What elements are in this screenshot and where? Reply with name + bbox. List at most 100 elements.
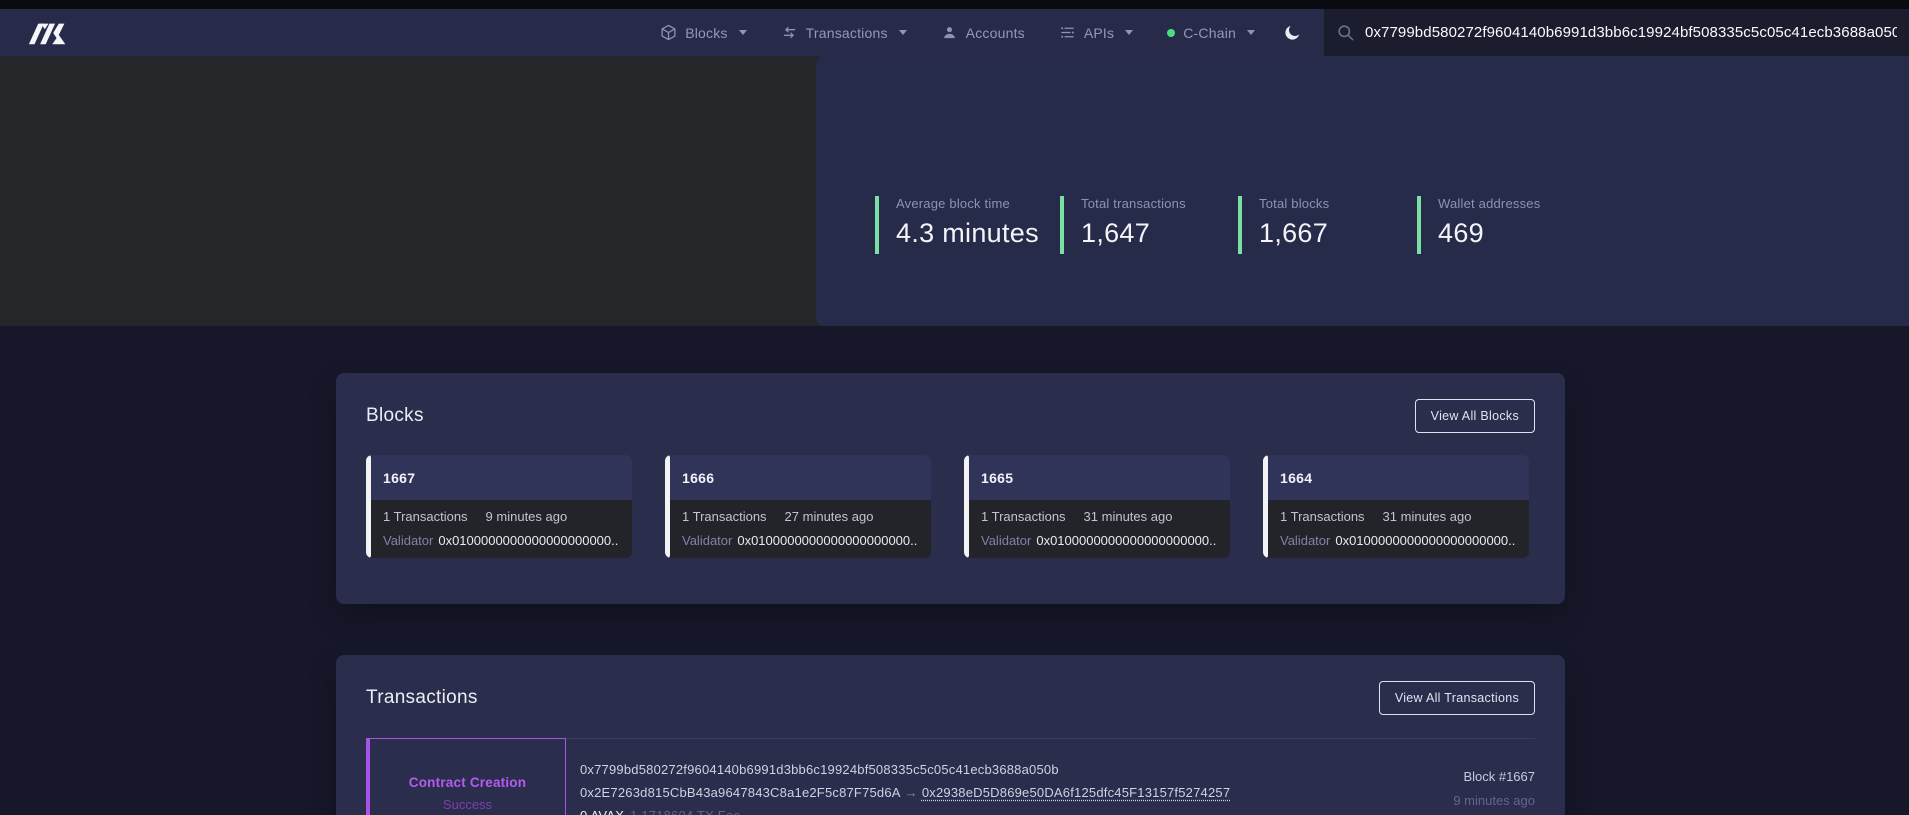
nav-label-apis: APIs	[1084, 25, 1114, 41]
blocks-section: Blocks View All Blocks 1667 1 Transactio…	[336, 373, 1565, 604]
block-card-body: 1 Transactions 31 minutes ago Validator 0…	[1263, 500, 1529, 548]
status-dot-icon	[1167, 29, 1175, 37]
block-card-body: 1 Transactions 27 minutes ago Validator 0…	[665, 500, 931, 548]
to-address-link[interactable]: 0x2938eD5D869e50DA6f125dfc45F13157f52742…	[922, 785, 1230, 800]
stats-row: Average block time 4.3 minutes Total tra…	[875, 196, 1577, 254]
transaction-type-cell: Contract Creation Success	[366, 738, 566, 815]
blocks-section-title: Blocks	[366, 405, 424, 427]
person-icon	[941, 24, 958, 41]
search-bar	[1324, 9, 1909, 56]
stat-average-block-time: Average block time 4.3 minutes	[875, 196, 1060, 254]
hero-section: Average block time 4.3 minutes Total tra…	[0, 56, 1909, 326]
block-age: 9 minutes ago	[486, 509, 568, 524]
block-age: 27 minutes ago	[785, 509, 874, 524]
transaction-age: 9 minutes ago	[1453, 793, 1535, 808]
stat-value: 4.3 minutes	[896, 218, 1060, 249]
transaction-type: Contract Creation	[409, 775, 526, 790]
stat-value: 469	[1438, 218, 1577, 249]
block-card-accent-bar	[366, 455, 371, 558]
transaction-block-link[interactable]: Block #1667	[1453, 769, 1535, 784]
stat-label: Total transactions	[1081, 196, 1238, 211]
avalanche-logo-icon	[27, 18, 85, 48]
block-age: 31 minutes ago	[1383, 509, 1472, 524]
block-cards-row: 1667 1 Transactions 9 minutes ago Valida…	[366, 455, 1535, 558]
block-number: 1667	[366, 455, 632, 500]
transaction-value: 0 AVAX 1.1718604 TX Fee	[580, 804, 1230, 815]
block-number: 1664	[1263, 455, 1529, 500]
navbar: Blocks Transactions Accounts APIs	[0, 9, 1909, 56]
stat-label: Average block time	[896, 196, 1060, 211]
stat-wallet-addresses: Wallet addresses 469	[1417, 196, 1577, 254]
swap-arrows-icon	[781, 24, 798, 41]
block-card[interactable]: 1667 1 Transactions 9 minutes ago Valida…	[366, 455, 632, 558]
transaction-row[interactable]: Contract Creation Success 0x7799bd580272…	[366, 738, 1535, 815]
avalanche-logo[interactable]	[27, 18, 85, 48]
nav-label-transactions: Transactions	[806, 25, 888, 41]
block-age: 31 minutes ago	[1084, 509, 1173, 524]
block-tx-count: 1 Transactions	[682, 509, 767, 524]
arrow-right-icon: →	[901, 785, 922, 800]
moon-icon	[1283, 23, 1302, 42]
chevron-down-icon	[1247, 30, 1255, 35]
search-input[interactable]	[1365, 24, 1897, 41]
transaction-meta: Block #1667 9 minutes ago	[1453, 739, 1535, 815]
validator-address: 0x0100000000000000000000...	[438, 533, 618, 548]
nav-label-blocks: Blocks	[685, 25, 727, 41]
view-all-blocks-button[interactable]: View All Blocks	[1415, 399, 1535, 433]
transaction-hash: 0x7799bd580272f9604140b6991d3bb6c19924bf…	[580, 758, 1230, 781]
cube-icon	[660, 24, 677, 41]
nav-label-chain: C-Chain	[1183, 25, 1236, 41]
block-tx-count: 1 Transactions	[1280, 509, 1365, 524]
transaction-fee: 1.1718604 TX Fee	[630, 808, 741, 815]
theme-toggle-button[interactable]	[1283, 23, 1302, 42]
block-card-body: 1 Transactions 9 minutes ago Validator 0x…	[366, 500, 632, 548]
transaction-amount: 0 AVAX	[580, 808, 624, 815]
validator-label: Validator	[383, 533, 433, 548]
transactions-section-title: Transactions	[366, 687, 478, 709]
nav-item-accounts[interactable]: Accounts	[941, 24, 1025, 41]
validator-address: 0x0100000000000000000000...	[737, 533, 917, 548]
stats-panel: Average block time 4.3 minutes Total tra…	[816, 56, 1909, 326]
stat-value: 1,647	[1081, 218, 1238, 249]
validator-address: 0x0100000000000000000000...	[1036, 533, 1216, 548]
block-tx-count: 1 Transactions	[383, 509, 468, 524]
transactions-section: Transactions View All Transactions Contr…	[336, 655, 1565, 815]
nav-item-chain-selector[interactable]: C-Chain	[1167, 25, 1255, 41]
block-card-accent-bar	[964, 455, 969, 558]
block-tx-count: 1 Transactions	[981, 509, 1066, 524]
transaction-addresses: 0x2E7263d815CbB43a9647843C8a1e2F5c87F75d…	[580, 781, 1230, 804]
nav-menu: Blocks Transactions Accounts APIs	[660, 24, 1279, 41]
nav-item-transactions[interactable]: Transactions	[781, 24, 907, 41]
validator-address: 0x0100000000000000000000...	[1335, 533, 1515, 548]
chevron-down-icon	[1125, 30, 1133, 35]
stat-value: 1,667	[1259, 218, 1417, 249]
validator-label: Validator	[682, 533, 732, 548]
stat-label: Total blocks	[1259, 196, 1417, 211]
stat-total-transactions: Total transactions 1,647	[1060, 196, 1238, 254]
view-all-transactions-button[interactable]: View All Transactions	[1379, 681, 1535, 715]
nav-item-blocks[interactable]: Blocks	[660, 24, 746, 41]
block-card-accent-bar	[665, 455, 670, 558]
blocks-section-header: Blocks View All Blocks	[366, 399, 1535, 433]
sliders-icon	[1059, 24, 1076, 41]
search-icon	[1336, 23, 1355, 42]
chevron-down-icon	[739, 30, 747, 35]
transaction-status-badge: Success	[443, 797, 492, 812]
validator-label: Validator	[1280, 533, 1330, 548]
chevron-down-icon	[899, 30, 907, 35]
block-card[interactable]: 1666 1 Transactions 27 minutes ago Valid…	[665, 455, 931, 558]
transactions-section-header: Transactions View All Transactions	[366, 681, 1535, 715]
nav-item-apis[interactable]: APIs	[1059, 24, 1133, 41]
block-number: 1666	[665, 455, 931, 500]
block-card[interactable]: 1665 1 Transactions 31 minutes ago Valid…	[964, 455, 1230, 558]
stat-total-blocks: Total blocks 1,667	[1238, 196, 1417, 254]
block-card-accent-bar	[1263, 455, 1268, 558]
block-card[interactable]: 1664 1 Transactions 31 minutes ago Valid…	[1263, 455, 1529, 558]
nav-label-accounts: Accounts	[966, 25, 1025, 41]
from-address: 0x2E7263d815CbB43a9647843C8a1e2F5c87F75d…	[580, 785, 901, 800]
validator-label: Validator	[981, 533, 1031, 548]
window-top-strip	[0, 0, 1909, 9]
stat-label: Wallet addresses	[1438, 196, 1577, 211]
transaction-details: 0x7799bd580272f9604140b6991d3bb6c19924bf…	[566, 739, 1230, 815]
block-card-body: 1 Transactions 31 minutes ago Validator 0…	[964, 500, 1230, 548]
